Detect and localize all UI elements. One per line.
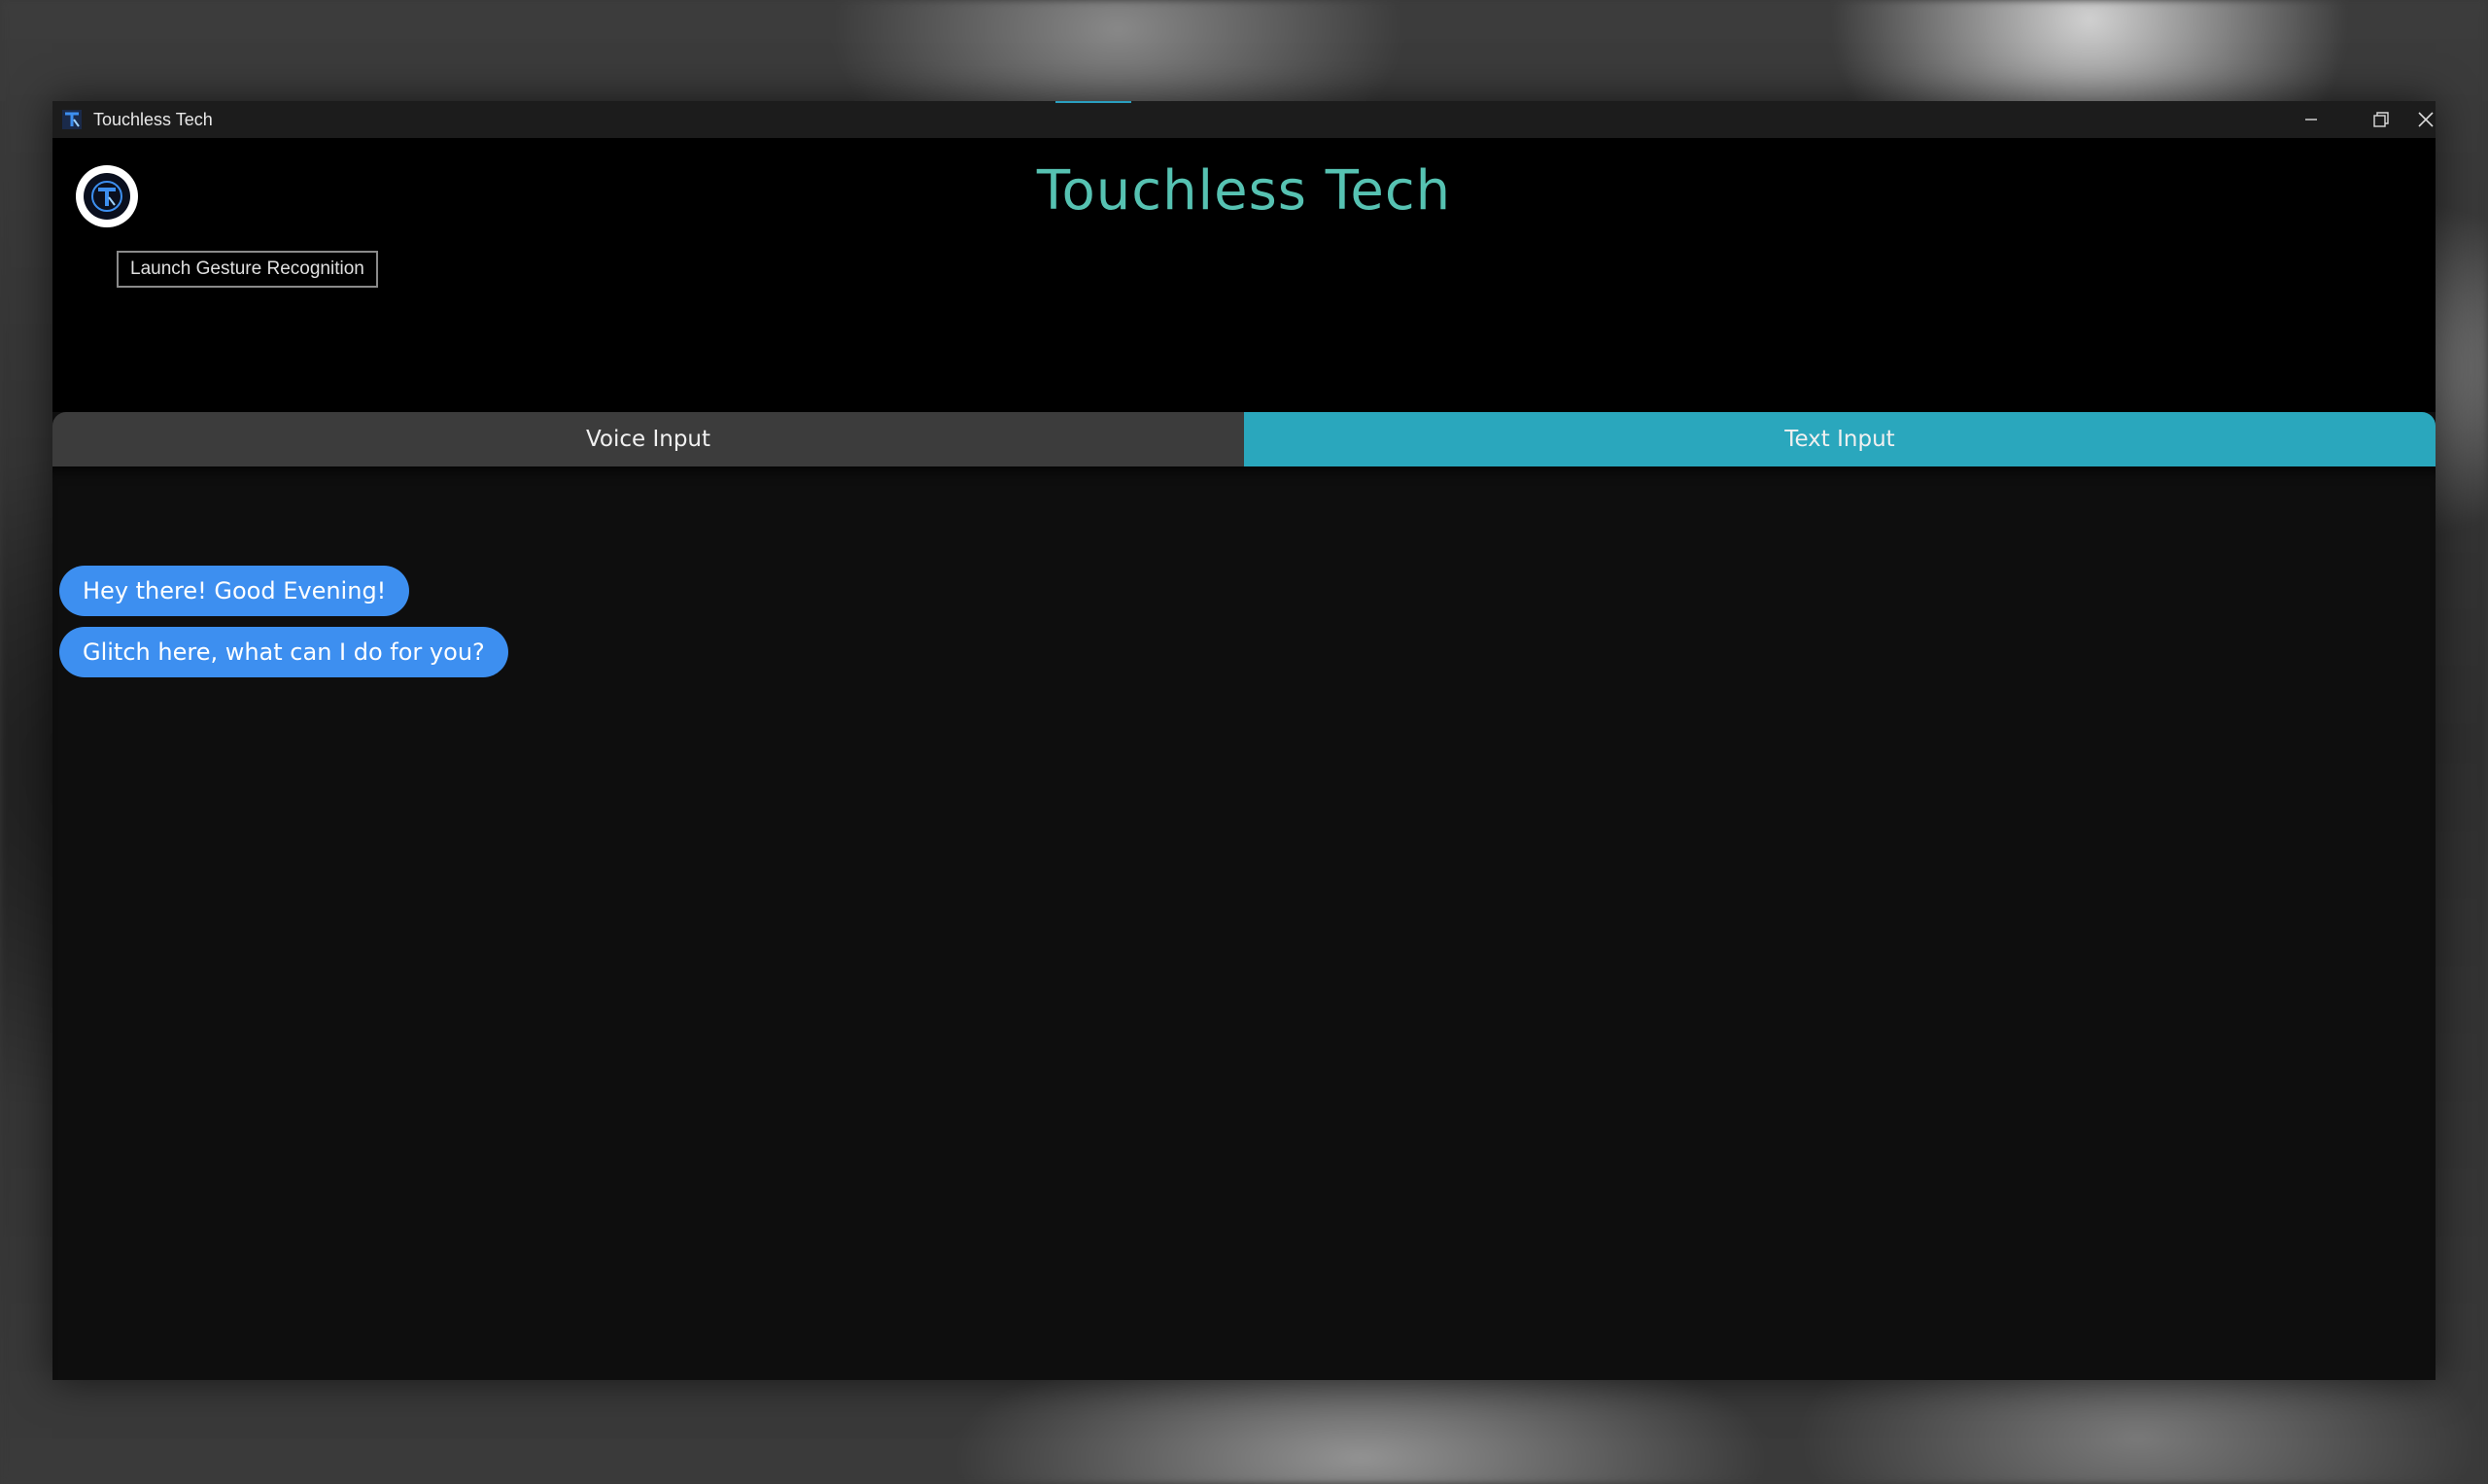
window-title: Touchless Tech — [93, 110, 213, 129]
close-button[interactable] — [2416, 101, 2436, 138]
chat-message: Glitch here, what can I do for you? — [59, 627, 508, 677]
minimize-icon — [2305, 119, 2317, 121]
launch-gesture-recognition-button[interactable]: Launch Gesture Recognition — [117, 251, 378, 288]
title-bar[interactable]: Touchless Tech — [52, 101, 2436, 138]
app-header: Touchless Tech Launch Gesture Recognitio… — [52, 138, 2436, 412]
app-title: Touchless Tech — [1036, 159, 1452, 223]
chat-message: Hey there! Good Evening! — [59, 566, 410, 616]
close-icon — [2418, 112, 2434, 127]
chat-area: Hey there! Good Evening! Glitch here, wh… — [52, 466, 2436, 1380]
tab-text-input[interactable]: Text Input — [1244, 412, 2436, 466]
app-window: Touchless Tech Touchless Tech Launch Ges… — [52, 101, 2436, 1380]
minimize-button[interactable] — [2276, 101, 2346, 138]
restore-icon — [2373, 112, 2389, 127]
title-bar-accent — [1055, 101, 1131, 103]
restore-button[interactable] — [2346, 101, 2416, 138]
app-icon — [62, 110, 82, 129]
tab-voice-input[interactable]: Voice Input — [52, 412, 1244, 466]
input-mode-tabs: Voice Input Text Input — [52, 412, 2436, 466]
